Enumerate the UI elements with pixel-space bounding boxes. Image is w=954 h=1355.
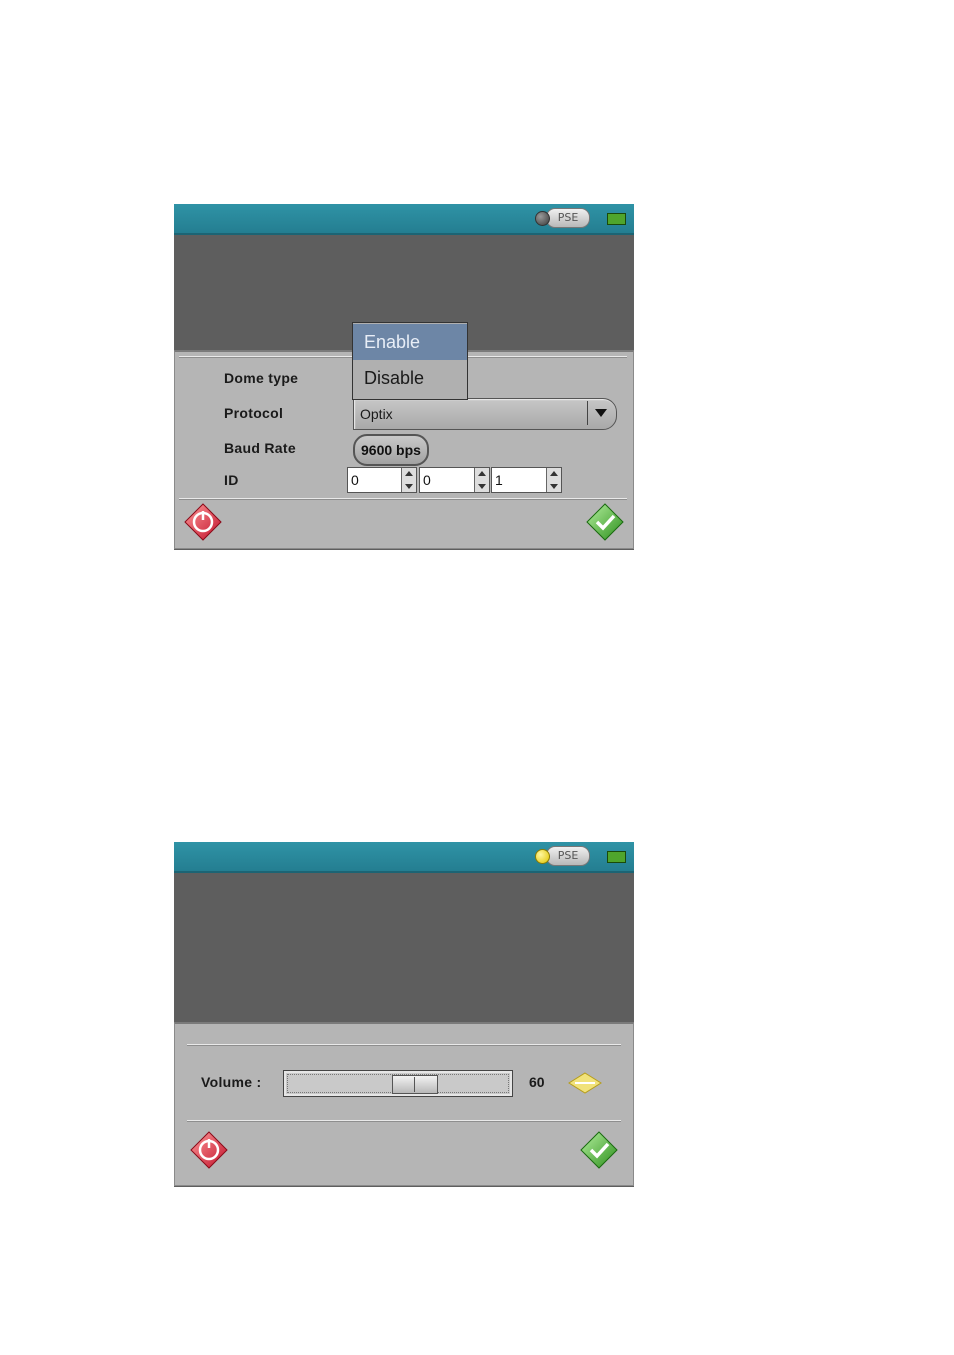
dropdown-option-disable[interactable]: Disable — [353, 360, 467, 396]
volume-slider[interactable] — [283, 1070, 513, 1097]
dome-type-label: Dome type — [224, 370, 299, 386]
slider-thumb[interactable] — [392, 1075, 439, 1094]
divider — [179, 498, 627, 500]
ok-button[interactable] — [585, 502, 625, 542]
protocol-label: Protocol — [224, 405, 284, 421]
stepper-arrows-icon[interactable] — [546, 468, 561, 492]
id-value-3: 1 — [495, 472, 503, 488]
status-led-icon — [535, 848, 550, 864]
volume-label: Volume : — [201, 1074, 262, 1090]
volume-screen: PSE Volume : 60 — [174, 842, 634, 1187]
status-bar: PSE — [174, 842, 634, 873]
volume-adjust-icon[interactable] — [567, 1071, 603, 1095]
cancel-button[interactable] — [189, 1130, 229, 1170]
check-icon — [586, 503, 624, 541]
volume-value: 60 — [529, 1074, 545, 1090]
id-value-1: 0 — [351, 472, 359, 488]
id-stepper-2[interactable]: 0 — [419, 467, 490, 493]
stepper-arrows-icon[interactable] — [401, 468, 416, 492]
divider — [187, 1044, 621, 1046]
id-stepper-3[interactable]: 1 — [491, 467, 562, 493]
battery-icon — [607, 851, 626, 863]
dome-type-dropdown: Enable Disable — [352, 322, 468, 400]
pse-badge: PSE — [546, 846, 590, 866]
check-icon — [580, 1131, 618, 1169]
divider — [187, 1120, 621, 1122]
pse-indicator: PSE — [535, 846, 590, 866]
id-stepper-1[interactable]: 0 — [347, 467, 417, 493]
pse-badge: PSE — [546, 208, 590, 228]
dropdown-option-enable[interactable]: Enable — [353, 324, 467, 360]
status-led-icon — [535, 210, 550, 226]
protocol-select[interactable]: Optix — [353, 398, 617, 430]
chevron-down-icon[interactable] — [587, 401, 614, 425]
battery-icon — [607, 213, 626, 225]
stepper-arrows-icon[interactable] — [474, 468, 489, 492]
id-value-2: 0 — [423, 472, 431, 488]
protocol-value: Optix — [360, 406, 393, 422]
power-icon — [184, 503, 222, 541]
baud-rate-label: Baud Rate — [224, 440, 296, 456]
dome-settings-screen: PSE Dome type Protocol Optix Baud Rate 9… — [174, 204, 634, 550]
power-icon — [190, 1131, 228, 1169]
ok-button[interactable] — [579, 1130, 619, 1170]
pse-indicator: PSE — [535, 208, 590, 228]
id-label: ID — [224, 472, 239, 488]
status-bar: PSE — [174, 204, 634, 235]
cancel-button[interactable] — [183, 502, 223, 542]
volume-panel: Volume : 60 — [174, 1022, 634, 1186]
baud-rate-button[interactable]: 9600 bps — [353, 434, 429, 466]
